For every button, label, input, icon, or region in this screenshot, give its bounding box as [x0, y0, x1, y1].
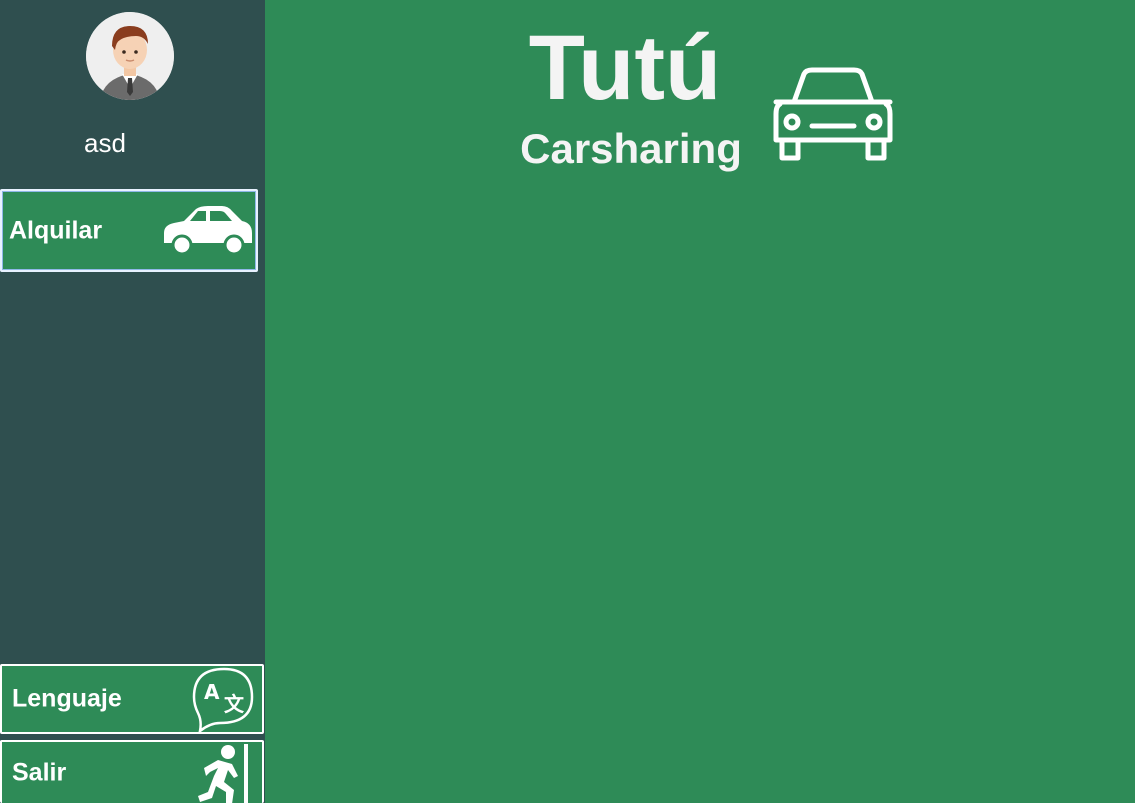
svg-text:文: 文: [224, 692, 245, 716]
rent-button-label: Alquilar: [9, 216, 103, 244]
car-icon: [158, 203, 254, 259]
language-button-label: Lenguaje: [12, 684, 122, 713]
sidebar: asd Alquilar Lenguaje A 文 Salir: [0, 0, 265, 803]
exit-icon: [194, 742, 260, 803]
user-avatar-icon: [86, 12, 174, 100]
app-title: Tutú: [528, 17, 722, 119]
svg-text:A: A: [204, 680, 220, 704]
rent-button[interactable]: Alquilar: [0, 189, 258, 272]
exit-button-label: Salir: [12, 758, 67, 786]
app-subtitle: Carsharing: [520, 125, 742, 172]
avatar[interactable]: [86, 12, 174, 100]
translate-icon: A 文: [190, 665, 258, 735]
car-outline-icon: [772, 66, 894, 166]
app-window: asd Alquilar Lenguaje A 文 Salir Tutú Car…: [0, 0, 1135, 803]
exit-button[interactable]: Salir: [0, 740, 264, 803]
main-content-area: [265, 190, 1135, 803]
username-label: asd: [84, 128, 126, 158]
language-button[interactable]: Lenguaje A 文: [0, 664, 264, 735]
